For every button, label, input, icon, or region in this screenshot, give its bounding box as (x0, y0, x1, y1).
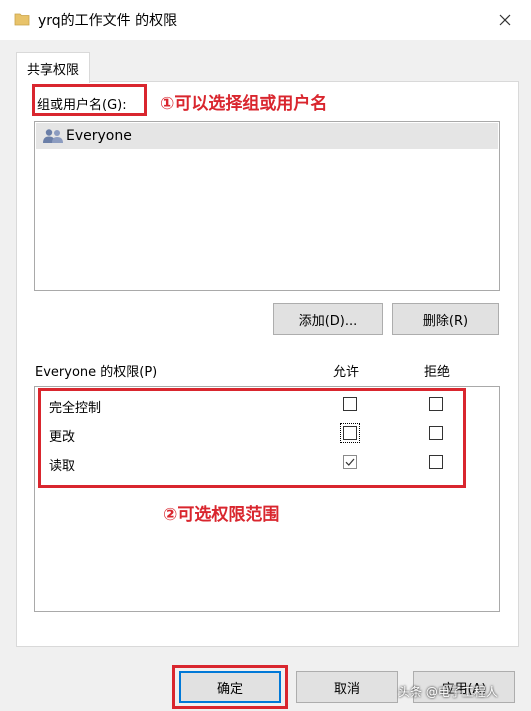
tab-label: 共享权限 (26, 62, 79, 78)
permission-name-change: 更改 (49, 430, 76, 445)
add-button[interactable]: 添加(D)... (273, 303, 383, 335)
groups-listbox[interactable]: Everyone (34, 121, 500, 291)
list-item-label: Everyone (66, 128, 132, 144)
annotation-groups: ①可以选择组或用户名 (160, 94, 328, 114)
annotation-permissions: ②可选权限范围 (163, 505, 280, 525)
window-title: yrq的工作文件 的权限 (38, 13, 178, 29)
checkbox-full-control-deny[interactable] (429, 397, 443, 411)
checkbox-read-allow[interactable] (343, 455, 357, 469)
permission-name-full-control: 完全控制 (49, 401, 102, 416)
permission-name-read: 读取 (49, 459, 76, 474)
list-item[interactable]: Everyone (36, 123, 498, 149)
watermark: 头条 @电子工程人 (398, 685, 498, 699)
close-button[interactable] (490, 6, 520, 34)
checkbox-read-deny[interactable] (429, 455, 443, 469)
add-button-label: 添加(D)... (298, 313, 358, 329)
folder-icon (14, 12, 30, 26)
remove-button[interactable]: 删除(R) (392, 303, 499, 335)
ok-button-label: 确定 (216, 681, 243, 697)
users-icon (42, 128, 64, 144)
checkbox-full-control-allow[interactable] (343, 397, 357, 411)
allow-column-header: 允许 (333, 365, 360, 380)
checkmark-icon (345, 458, 355, 466)
cancel-button-label: 取消 (333, 681, 360, 697)
tab-share-permissions[interactable]: 共享权限 (16, 52, 90, 83)
deny-column-header: 拒绝 (424, 365, 451, 380)
checkbox-change-deny[interactable] (429, 426, 443, 440)
cancel-button[interactable]: 取消 (296, 671, 398, 703)
permissions-list (34, 386, 500, 612)
close-icon (499, 14, 511, 26)
checkbox-change-allow[interactable] (340, 423, 360, 443)
groups-label: 组或用户名(G): (37, 98, 127, 113)
title-bar: yrq的工作文件 的权限 (0, 0, 531, 40)
ok-button[interactable]: 确定 (179, 671, 281, 703)
permissions-header: Everyone 的权限(P) (35, 365, 158, 380)
remove-button-label: 删除(R) (422, 313, 469, 329)
